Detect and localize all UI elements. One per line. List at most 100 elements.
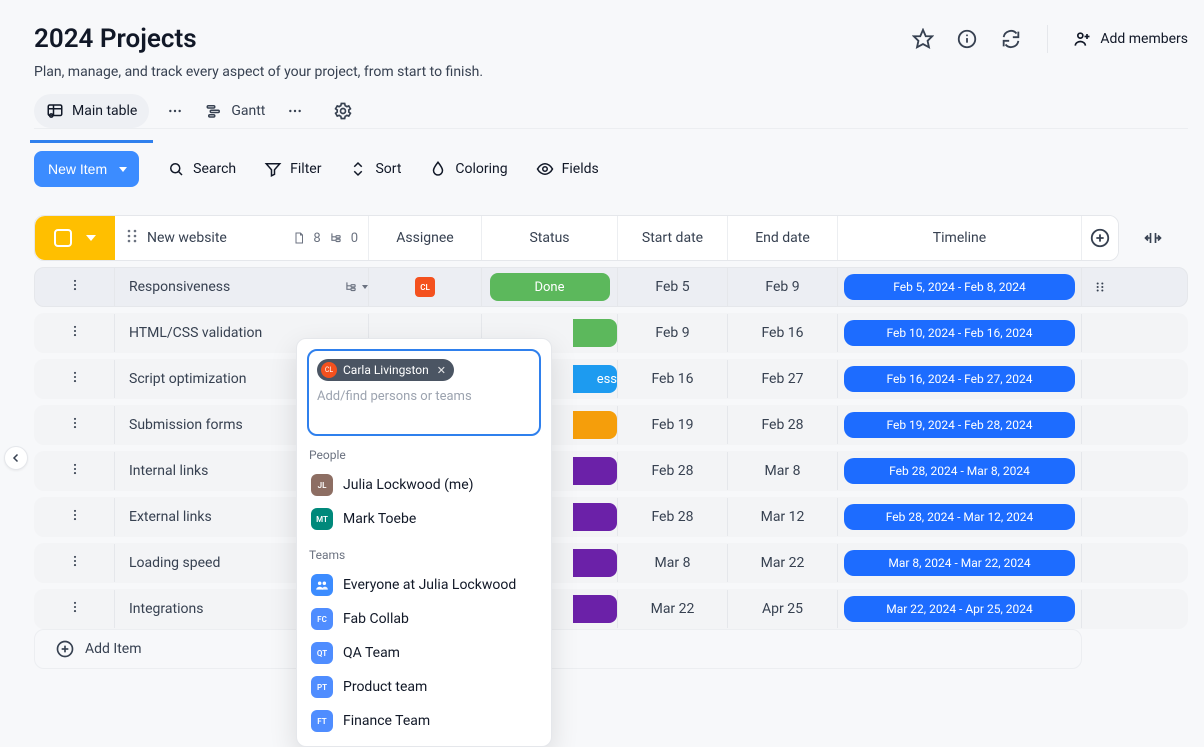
column-end-date[interactable]: End date bbox=[728, 216, 838, 260]
table-row[interactable]: Internal linksFeb 28Mar 8Feb 28, 2024 - … bbox=[34, 451, 1188, 491]
row-start-date[interactable]: Feb 19 bbox=[618, 406, 728, 444]
tab-gantt[interactable]: Gantt bbox=[201, 94, 269, 128]
assignee-team-option[interactable]: QTQA Team bbox=[307, 636, 541, 670]
column-timeline[interactable]: Timeline bbox=[838, 216, 1082, 260]
search-button[interactable]: Search bbox=[167, 160, 236, 178]
column-status[interactable]: Status bbox=[482, 216, 618, 260]
sort-button[interactable]: Sort bbox=[349, 160, 401, 178]
row-end-date[interactable]: Mar 8 bbox=[728, 452, 838, 490]
assignee-option-label: Everyone at Julia Lockwood bbox=[343, 577, 516, 593]
row-more-icon[interactable] bbox=[68, 462, 82, 480]
row-handle[interactable] bbox=[35, 544, 115, 582]
chip-remove-icon[interactable]: ✕ bbox=[437, 364, 446, 377]
column-start-date[interactable]: Start date bbox=[618, 216, 728, 260]
info-icon[interactable] bbox=[955, 27, 979, 51]
assignee-team-option[interactable]: Everyone at Julia Lockwood bbox=[307, 568, 541, 602]
column-assignee[interactable]: Assignee bbox=[369, 216, 482, 260]
row-status-cell[interactable]: Done bbox=[482, 268, 618, 306]
coloring-button[interactable]: Coloring bbox=[429, 160, 507, 178]
new-item-button[interactable]: New Item bbox=[34, 151, 139, 187]
table-row[interactable]: ResponsivenessCLDoneFeb 5Feb 9Feb 5, 202… bbox=[34, 267, 1188, 307]
add-column-button[interactable] bbox=[1082, 216, 1118, 260]
fields-button[interactable]: Fields bbox=[536, 160, 599, 178]
add-members-button[interactable]: Add members bbox=[1072, 29, 1188, 49]
row-handle[interactable] bbox=[35, 314, 115, 352]
subtasks-icon[interactable] bbox=[344, 280, 368, 294]
tab-gantt-more-icon[interactable] bbox=[285, 101, 305, 121]
select-all-checkbox[interactable] bbox=[54, 229, 72, 247]
row-timeline-cell[interactable]: Mar 22, 2024 - Apr 25, 2024 bbox=[838, 590, 1082, 628]
row-timeline-cell[interactable]: Feb 19, 2024 - Feb 28, 2024 bbox=[838, 406, 1082, 444]
star-icon[interactable] bbox=[911, 27, 935, 51]
row-drag-cell[interactable] bbox=[1082, 314, 1118, 352]
row-more-icon[interactable] bbox=[68, 324, 82, 342]
row-start-date[interactable]: Feb 5 bbox=[618, 268, 728, 306]
filter-button[interactable]: Filter bbox=[264, 160, 321, 178]
row-start-date[interactable]: Feb 28 bbox=[618, 452, 728, 490]
assignee-team-option[interactable]: PTProduct team bbox=[307, 670, 541, 704]
row-timeline-cell[interactable]: Feb 28, 2024 - Mar 12, 2024 bbox=[838, 498, 1082, 536]
row-start-date[interactable]: Mar 22 bbox=[618, 590, 728, 628]
table-row[interactable]: Submission formsFeb 19Feb 28Feb 19, 2024… bbox=[34, 405, 1188, 445]
row-more-icon[interactable] bbox=[68, 416, 82, 434]
row-drag-cell[interactable] bbox=[1082, 268, 1118, 306]
assignee-chip[interactable]: CL Carla Livingston ✕ bbox=[317, 359, 454, 381]
row-end-date[interactable]: Feb 9 bbox=[728, 268, 838, 306]
row-drag-cell[interactable] bbox=[1082, 452, 1118, 490]
row-end-date[interactable]: Mar 12 bbox=[728, 498, 838, 536]
row-end-date[interactable]: Mar 22 bbox=[728, 544, 838, 582]
sidebar-collapse-button[interactable] bbox=[4, 446, 28, 470]
row-start-date[interactable]: Feb 28 bbox=[618, 498, 728, 536]
table-row[interactable]: Script optimizationessFeb 16Feb 27Feb 16… bbox=[34, 359, 1188, 399]
assignee-option[interactable]: MTMark Toebe bbox=[307, 502, 541, 536]
row-timeline-cell[interactable]: Feb 10, 2024 - Feb 16, 2024 bbox=[838, 314, 1082, 352]
row-timeline-cell[interactable]: Feb 16, 2024 - Feb 27, 2024 bbox=[838, 360, 1082, 398]
row-start-date[interactable]: Feb 9 bbox=[618, 314, 728, 352]
row-handle[interactable] bbox=[35, 360, 115, 398]
row-handle[interactable] bbox=[35, 498, 115, 536]
row-more-icon[interactable] bbox=[68, 508, 82, 526]
assignee-team-option[interactable]: FCFab Collab bbox=[307, 602, 541, 636]
row-drag-cell[interactable] bbox=[1082, 590, 1118, 628]
row-start-date[interactable]: Mar 8 bbox=[618, 544, 728, 582]
row-handle[interactable] bbox=[35, 452, 115, 490]
row-more-icon[interactable] bbox=[68, 370, 82, 388]
row-end-date[interactable]: Feb 27 bbox=[728, 360, 838, 398]
row-handle[interactable] bbox=[35, 590, 115, 628]
row-more-icon[interactable] bbox=[68, 278, 82, 296]
row-end-date[interactable]: Feb 16 bbox=[728, 314, 838, 352]
group-toggle-cell[interactable] bbox=[35, 216, 115, 260]
row-timeline-cell[interactable]: Feb 28, 2024 - Mar 8, 2024 bbox=[838, 452, 1082, 490]
add-item-button[interactable]: Add Item bbox=[34, 629, 1082, 669]
row-drag-cell[interactable] bbox=[1082, 406, 1118, 444]
row-more-icon[interactable] bbox=[68, 600, 82, 618]
row-timeline-cell[interactable]: Mar 8, 2024 - Mar 22, 2024 bbox=[838, 544, 1082, 582]
assignee-input-area[interactable]: CL Carla Livingston ✕ Add/find persons o… bbox=[307, 349, 541, 436]
row-drag-cell[interactable] bbox=[1082, 544, 1118, 582]
gear-icon[interactable] bbox=[331, 99, 355, 123]
row-end-date[interactable]: Feb 28 bbox=[728, 406, 838, 444]
row-end-date[interactable]: Apr 25 bbox=[728, 590, 838, 628]
expand-columns-icon[interactable] bbox=[1135, 215, 1171, 261]
row-start-date[interactable]: Feb 16 bbox=[618, 360, 728, 398]
tab-main-more-icon[interactable] bbox=[165, 101, 185, 121]
row-drag-cell[interactable] bbox=[1082, 498, 1118, 536]
sync-icon[interactable] bbox=[999, 27, 1023, 51]
tab-main-table[interactable]: Main table bbox=[34, 94, 149, 128]
row-name-cell[interactable]: Responsiveness bbox=[115, 268, 369, 306]
table-row[interactable]: HTML/CSS validationFeb 9Feb 16Feb 10, 20… bbox=[34, 313, 1188, 353]
row-more-icon[interactable] bbox=[68, 554, 82, 572]
row-handle[interactable] bbox=[35, 406, 115, 444]
row-assignee-cell[interactable]: CL bbox=[369, 268, 482, 306]
row-drag-cell[interactable] bbox=[1082, 360, 1118, 398]
table-row[interactable]: Loading speedMar 8Mar 22Mar 8, 2024 - Ma… bbox=[34, 543, 1188, 583]
assignee-option[interactable]: JLJulia Lockwood (me) bbox=[307, 468, 541, 502]
row-timeline-cell[interactable]: Feb 5, 2024 - Feb 8, 2024 bbox=[838, 268, 1082, 306]
table-row[interactable]: External linksFeb 28Mar 12Feb 28, 2024 -… bbox=[34, 497, 1188, 537]
column-name[interactable]: New website 8 0 bbox=[115, 216, 369, 260]
assignee-team-option[interactable]: FTFinance Team bbox=[307, 704, 541, 738]
table-row[interactable]: IntegrationsMar 22Apr 25Mar 22, 2024 - A… bbox=[34, 589, 1188, 629]
row-handle[interactable] bbox=[35, 268, 115, 306]
team-avatar: QT bbox=[311, 642, 333, 664]
chevron-down-icon[interactable] bbox=[86, 235, 96, 241]
